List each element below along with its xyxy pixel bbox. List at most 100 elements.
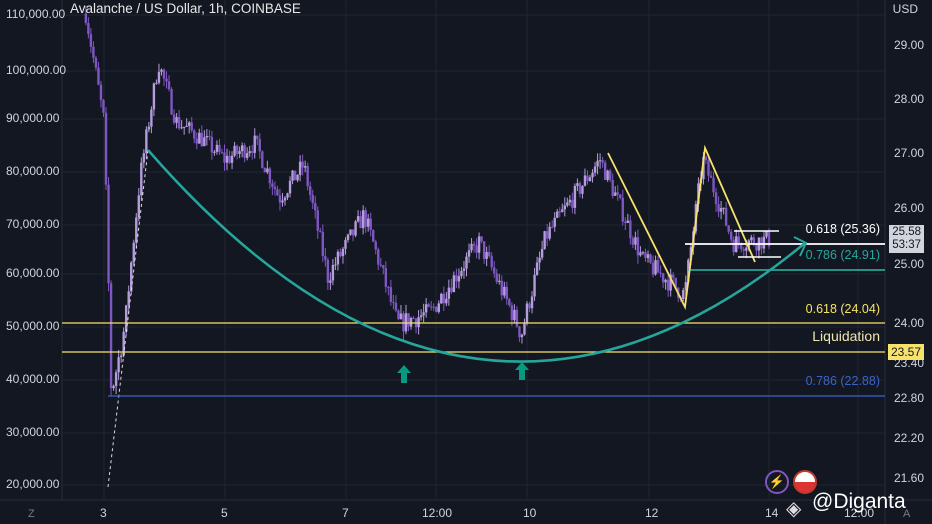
price-chart[interactable] xyxy=(0,0,932,524)
candle-body xyxy=(641,252,645,254)
time-axis-tick: 10 xyxy=(523,506,537,520)
candle-body xyxy=(200,132,204,147)
candle-body xyxy=(188,122,191,126)
candle-body xyxy=(180,127,183,129)
candle-body xyxy=(588,177,592,182)
candle-body xyxy=(672,274,675,278)
candle-body xyxy=(682,290,685,299)
candle-body xyxy=(281,200,284,203)
candle-body xyxy=(614,192,617,196)
candle-body xyxy=(452,275,456,293)
candle-body xyxy=(99,84,103,101)
candle-body xyxy=(344,239,347,249)
candle-body xyxy=(593,166,597,173)
candle-body xyxy=(566,202,569,206)
candle-body xyxy=(530,296,534,309)
candle-body xyxy=(719,208,723,212)
fib-label-upper-618: 0.618 (25.36) xyxy=(805,222,880,236)
candle-body xyxy=(162,69,166,79)
candle-body xyxy=(409,317,413,327)
candle-body xyxy=(349,229,352,235)
fib-label-lower-786: 0.786 (22.88) xyxy=(805,374,880,388)
candle-body xyxy=(432,306,435,308)
candle-body xyxy=(540,248,544,258)
candle-body xyxy=(548,226,551,239)
candle-body xyxy=(278,195,282,203)
candle-body xyxy=(631,238,635,245)
candle-body xyxy=(346,234,350,240)
candle-body xyxy=(319,230,322,232)
candle-body xyxy=(119,355,123,358)
candle-body xyxy=(621,197,624,222)
currency-label[interactable]: USD xyxy=(893,2,918,16)
candle-body xyxy=(152,83,156,110)
candle-body xyxy=(553,217,556,227)
candle-body xyxy=(303,166,307,168)
candle-body xyxy=(251,151,254,153)
right-axis-tick: 27.00 xyxy=(894,146,925,160)
candle-body xyxy=(87,23,90,35)
candle-body xyxy=(147,126,151,130)
lightning-alert-icon[interactable]: ⚡ xyxy=(765,470,789,494)
candle-body xyxy=(351,229,355,236)
right-axis-tick: 25.00 xyxy=(894,257,925,271)
candle-body xyxy=(714,192,718,205)
candle-body xyxy=(256,135,259,140)
candle-body xyxy=(145,129,148,154)
candle-body xyxy=(656,260,660,273)
candle-body xyxy=(306,166,309,187)
candle-body xyxy=(581,185,584,194)
candle-body xyxy=(364,210,367,227)
candle-body xyxy=(387,286,390,288)
candle-body xyxy=(243,145,246,158)
candle-body xyxy=(354,221,357,236)
candle-body xyxy=(225,155,229,163)
candle-body xyxy=(195,138,198,144)
candle-body xyxy=(729,231,733,240)
candle-body xyxy=(462,268,466,271)
candle-body xyxy=(311,194,314,204)
candle-body xyxy=(268,168,272,184)
candle-body xyxy=(646,254,650,258)
candle-body xyxy=(535,262,539,275)
left-axis-panel xyxy=(0,0,62,524)
candle-body xyxy=(556,211,559,218)
candle-body xyxy=(422,312,425,316)
candle-body xyxy=(210,136,214,153)
candle-body xyxy=(258,139,261,152)
candle-body xyxy=(608,170,612,180)
candle-body xyxy=(611,179,614,196)
candle-body xyxy=(228,155,231,163)
candle-body xyxy=(659,272,662,274)
candle-body xyxy=(240,145,244,152)
candle-body xyxy=(545,231,549,239)
time-axis-badge[interactable]: Z xyxy=(28,508,35,520)
candle-body xyxy=(498,280,501,282)
candle-body xyxy=(198,132,201,144)
candle-body xyxy=(750,237,753,241)
candle-body xyxy=(276,189,279,196)
left-axis-tick: 60,000.00 xyxy=(6,266,60,280)
right-axis-tick: 28.00 xyxy=(894,92,925,106)
candle-body xyxy=(495,273,498,282)
right-axis-tick: 26.00 xyxy=(894,201,925,215)
candle-body xyxy=(654,260,657,275)
candle-body xyxy=(518,326,521,338)
candle-body xyxy=(525,303,529,323)
candle-body xyxy=(321,231,325,256)
candle-body xyxy=(664,279,667,283)
candle-body xyxy=(485,251,488,259)
candle-body xyxy=(493,267,496,274)
candle-body xyxy=(762,236,766,249)
candle-body xyxy=(619,194,622,198)
candle-body xyxy=(288,180,292,194)
candle-body xyxy=(389,287,393,302)
candle-body xyxy=(442,293,446,304)
candle-body xyxy=(745,247,748,251)
candle-body xyxy=(334,264,337,266)
candle-body xyxy=(510,305,514,321)
candle-body xyxy=(361,210,365,229)
candle-body xyxy=(382,265,385,269)
candle-body xyxy=(528,303,531,309)
candle-body xyxy=(460,270,463,277)
